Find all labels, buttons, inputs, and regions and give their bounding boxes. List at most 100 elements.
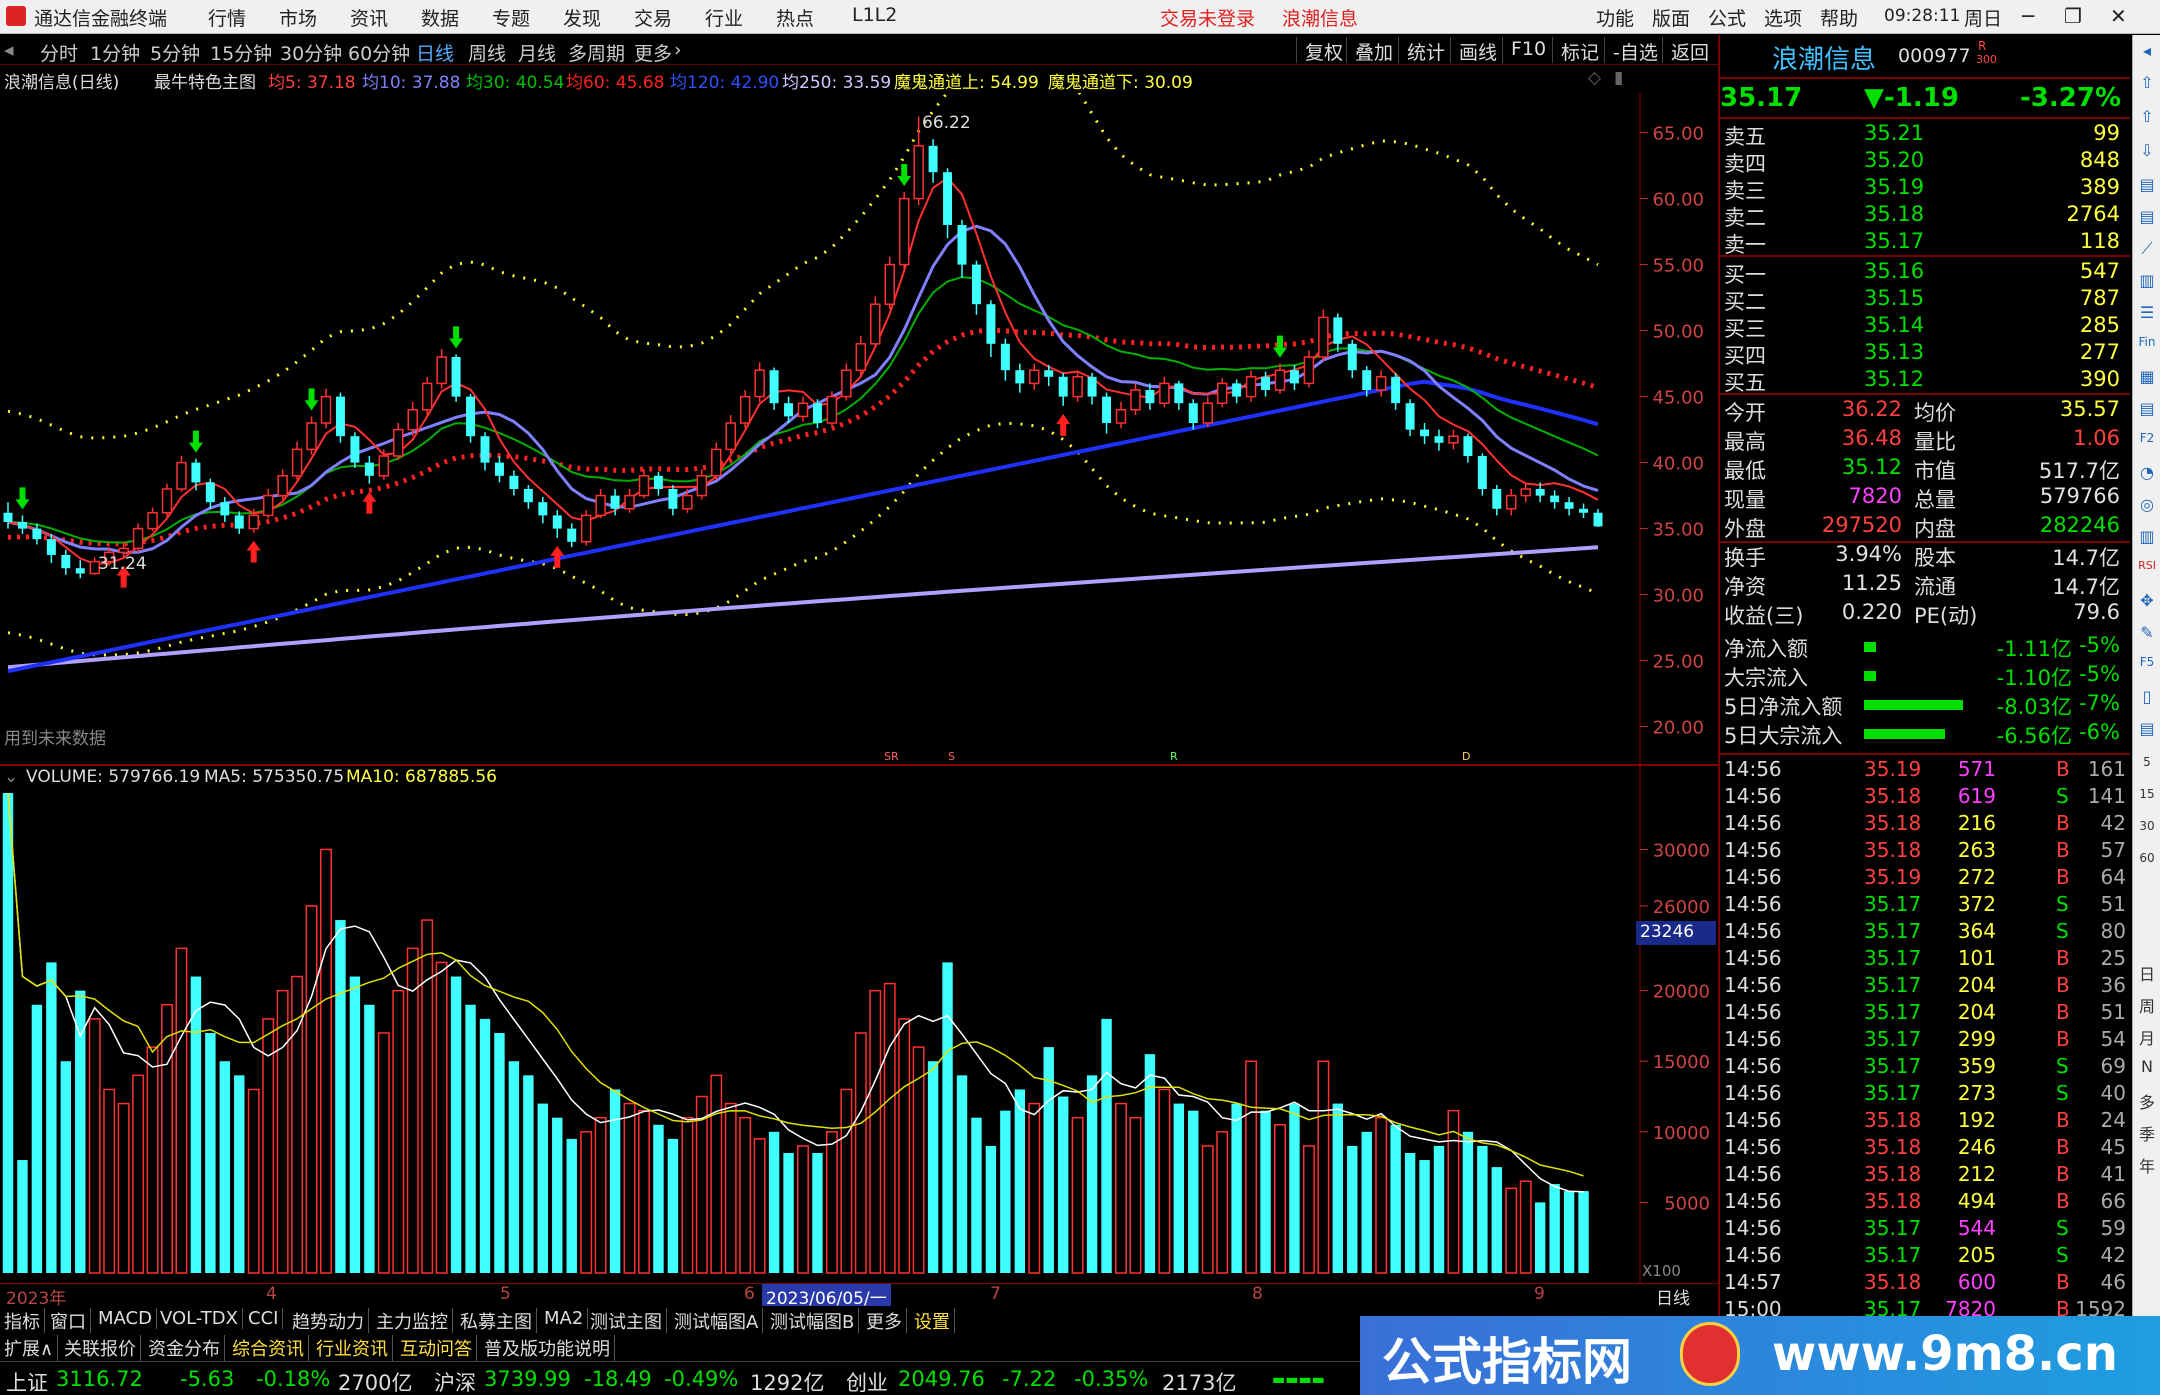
gauge-icon[interactable]: ◔ <box>2136 463 2158 485</box>
tick-row[interactable]: 14:56 35.17 101 B 25 <box>1720 946 2130 973</box>
period-daily[interactable]: 日线 <box>416 39 454 66</box>
bid-row[interactable]: 买三 35.14 285 <box>1720 313 2130 341</box>
menu-faxian[interactable]: 发现 <box>563 4 601 31</box>
bid-row[interactable]: 买五 35.12 390 <box>1720 367 2130 395</box>
tick-row[interactable]: 14:56 35.17 273 S 40 <box>1720 1081 2130 1108</box>
grid-icon[interactable]: ▦ <box>2136 367 2158 389</box>
period-1min[interactable]: 1分钟 <box>90 39 140 66</box>
pen-icon[interactable]: ✎ <box>2136 623 2158 645</box>
tick-row[interactable]: 14:56 35.18 246 B 45 <box>1720 1135 2130 1162</box>
menu-zixun[interactable]: 资讯 <box>350 4 388 31</box>
cy-name[interactable]: 创业 <box>846 1367 888 1395</box>
tool-fuquan[interactable]: 复权 <box>1296 37 1351 64</box>
doc2-icon[interactable]: ▤ <box>2136 207 2158 229</box>
tick-row[interactable]: 14:56 35.18 216 B 42 <box>1720 811 2130 838</box>
list-icon[interactable]: ☰ <box>2136 303 2158 325</box>
tab-trend[interactable]: 趋势动力 <box>288 1308 369 1334</box>
tick-row[interactable]: 14:56 35.17 205 S 42 <box>1720 1243 2130 1270</box>
tab-macd[interactable]: MACD <box>94 1308 157 1329</box>
period-n-btn[interactable]: N <box>2136 1057 2158 1079</box>
rsi-icon[interactable]: RSI <box>2136 559 2158 581</box>
f5-icon[interactable]: F5 <box>2136 655 2158 677</box>
kline-chart[interactable]: 30000 26000 20000 15000 10000 5000 65.00 60.00… <box>0 93 1718 1306</box>
volume-toggle-icon[interactable]: ⌄ <box>4 767 18 787</box>
arrow-up-icon[interactable]: ⇧ <box>2136 73 2158 95</box>
move-icon[interactable]: ✥ <box>2136 591 2158 613</box>
tick-row[interactable]: 14:56 35.17 364 S 80 <box>1720 919 2130 946</box>
tick-row[interactable]: 14:56 35.17 204 B 36 <box>1720 973 2130 1000</box>
minimize-icon[interactable]: ─ <box>2022 4 2034 28</box>
login-status[interactable]: 交易未登录 <box>1160 4 1255 31</box>
tool-f10[interactable]: F10 <box>1502 37 1554 63</box>
menu-shuju[interactable]: 数据 <box>421 4 459 31</box>
menu-shichang[interactable]: 市场 <box>279 4 317 31</box>
ask-row[interactable]: 卖五 35.21 99 <box>1720 121 2130 149</box>
period-multi-btn[interactable]: 多 <box>2136 1089 2158 1112</box>
period-week-btn[interactable]: 周 <box>2136 993 2158 1016</box>
menu-gongneng[interactable]: 功能 <box>1596 4 1634 31</box>
fin-icon[interactable]: Fin <box>2136 335 2158 357</box>
tab-main-monitor[interactable]: 主力监控 <box>372 1308 453 1334</box>
tick-row[interactable]: 14:56 35.19 272 B 64 <box>1720 865 2130 892</box>
period-quarter-btn[interactable]: 季 <box>2136 1121 2158 1144</box>
tab-news[interactable]: 综合资讯 <box>228 1335 309 1361</box>
tick-row[interactable]: 14:56 35.17 299 B 54 <box>1720 1027 2130 1054</box>
tab-industry-news[interactable]: 行业资讯 <box>312 1335 393 1361</box>
tab-chuangkou[interactable]: 窗口 <box>46 1308 91 1334</box>
tick-row[interactable]: 14:56 35.18 192 B 24 <box>1720 1108 2130 1135</box>
tab-cci[interactable]: CCI <box>244 1308 284 1329</box>
tick-row[interactable]: 14:56 35.17 204 B 51 <box>1720 1000 2130 1027</box>
tool-biaoji[interactable]: 标记 <box>1552 37 1607 64</box>
ask-row[interactable]: 卖四 35.20 848 <box>1720 148 2130 176</box>
bid-row[interactable]: 买四 35.13 277 <box>1720 340 2130 368</box>
menu-banmian[interactable]: 版面 <box>1652 4 1690 31</box>
f2-icon[interactable]: F2 <box>2136 431 2158 453</box>
tab-zhibiao[interactable]: 指标 <box>0 1308 45 1334</box>
tick-row[interactable]: 14:56 35.18 263 B 57 <box>1720 838 2130 865</box>
chevron-right-icon[interactable]: › <box>674 39 682 61</box>
menu-jiaoyi[interactable]: 交易 <box>634 4 672 31</box>
minute-60[interactable]: 60 <box>2136 851 2158 873</box>
period-day-btn[interactable]: 日 <box>2136 961 2158 984</box>
minute-15[interactable]: 15 <box>2136 787 2158 809</box>
tab-vol-tdx[interactable]: VOL-TDX <box>156 1308 243 1329</box>
tab-test-main[interactable]: 测试主图 <box>586 1308 667 1334</box>
line-chart-icon[interactable]: ⟋ <box>2136 239 2158 261</box>
table2-icon[interactable]: ▤ <box>2136 719 2158 741</box>
tick-row[interactable]: 14:56 35.17 372 S 51 <box>1720 892 2130 919</box>
tab-edition-notes[interactable]: 普及版功能说明 <box>480 1335 615 1361</box>
period-5min[interactable]: 5分钟 <box>150 39 200 66</box>
close-icon[interactable]: ✕ <box>2110 4 2127 28</box>
bid-row[interactable]: 买二 35.15 787 <box>1720 286 2130 314</box>
tab-fund-dist[interactable]: 资金分布 <box>144 1335 225 1361</box>
hs-name[interactable]: 沪深 <box>434 1367 476 1395</box>
menu-zhuanti[interactable]: 专题 <box>492 4 530 31</box>
doc-icon[interactable]: ▤ <box>2136 175 2158 197</box>
tool-tongji[interactable]: 统计 <box>1398 37 1453 64</box>
arrow-up2-icon[interactable]: ⇧ <box>2136 107 2158 129</box>
ask-row[interactable]: 卖一 35.17 118 <box>1720 229 2130 257</box>
menu-hangqing[interactable]: 行情 <box>208 4 246 31</box>
panel-toggle-icon[interactable]: ▮ <box>1614 68 1623 88</box>
tick-row[interactable]: 14:56 35.18 494 B 66 <box>1720 1189 2130 1216</box>
tab-related-quote[interactable]: 关联报价 <box>60 1335 141 1361</box>
tab-expand[interactable]: 扩展∧ <box>0 1335 59 1361</box>
menu-l1l2[interactable]: L1L2 <box>852 4 897 26</box>
tab-test-b[interactable]: 测试幅图B <box>766 1308 860 1334</box>
mobile-icon[interactable]: ▯ <box>2136 687 2158 709</box>
period-30min[interactable]: 30分钟 <box>280 39 342 66</box>
scope-icon[interactable]: ◎ <box>2136 495 2158 517</box>
arrow-down-icon[interactable]: ⇩ <box>2136 141 2158 163</box>
bid-row[interactable]: 买一 35.16 547 <box>1720 259 2130 287</box>
kline-icon[interactable]: ▥ <box>2136 271 2158 293</box>
minute-5[interactable]: 5 <box>2136 755 2158 777</box>
menu-bangzhu[interactable]: 帮助 <box>1820 4 1858 31</box>
restore-icon[interactable]: ❐ <box>2064 4 2082 28</box>
period-multi[interactable]: 多周期 <box>568 39 625 66</box>
tick-row[interactable]: 14:56 35.17 544 S 59 <box>1720 1216 2130 1243</box>
tab-private-main[interactable]: 私募主图 <box>456 1308 537 1334</box>
tab-settings[interactable]: 设置 <box>910 1308 955 1334</box>
menu-xuanxiang[interactable]: 选项 <box>1764 4 1802 31</box>
ask-row[interactable]: 卖二 35.18 2764 <box>1720 202 2130 230</box>
minute-30[interactable]: 30 <box>2136 819 2158 841</box>
